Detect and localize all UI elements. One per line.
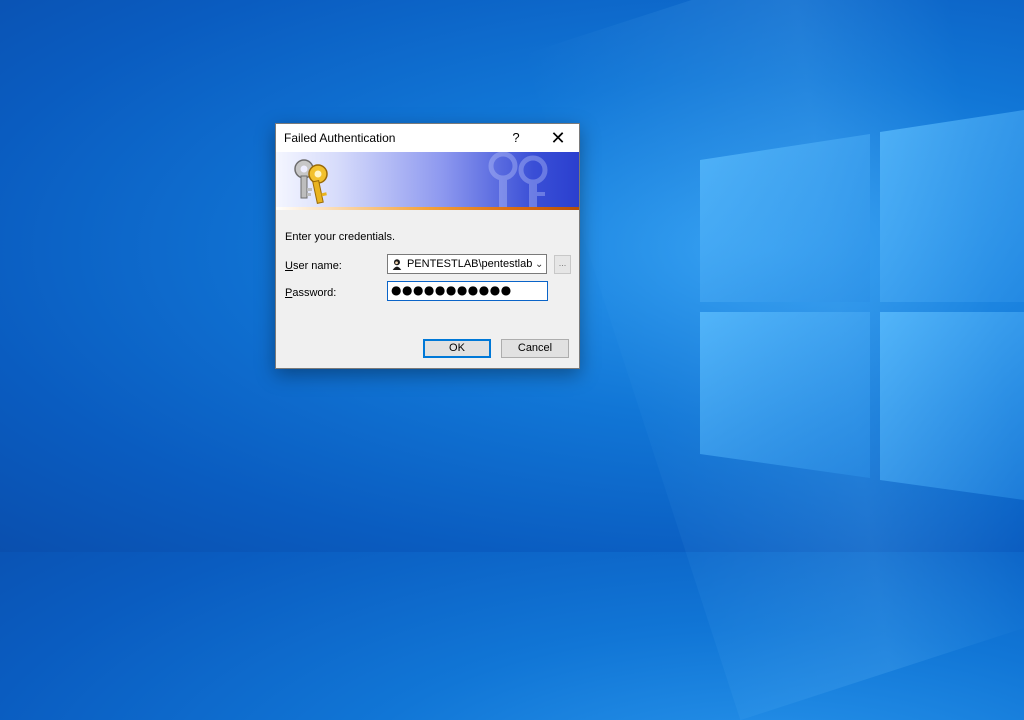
cancel-button[interactable]: Cancel [501, 339, 569, 358]
user-avatar-icon [391, 258, 403, 270]
credentials-prompt: Enter your credentials. [285, 231, 396, 243]
windows-logo-pane [700, 312, 870, 478]
windows-logo-pane [880, 110, 1024, 302]
username-combobox[interactable]: PENTESTLAB\pentestlab ⌄ [387, 254, 547, 274]
username-label-accelerator: U [285, 260, 293, 272]
ok-button[interactable]: OK [423, 339, 491, 358]
dialog-titlebar[interactable]: Failed Authentication ? ✕ [276, 124, 579, 152]
dialog-title: Failed Authentication [284, 131, 396, 145]
dialog-body: Enter your credentials. User name: PENTE… [276, 210, 579, 370]
credentials-banner [276, 152, 579, 210]
password-label-text: assword: [292, 287, 337, 299]
failed-authentication-dialog: Failed Authentication ? ✕ Enter your cre… [275, 123, 580, 369]
username-label-text: ser name: [292, 260, 342, 272]
windows-logo-pane [700, 134, 870, 302]
password-field[interactable]: ●●●●●●●●●●● [387, 281, 548, 301]
close-button[interactable]: ✕ [538, 126, 578, 150]
keys-icon [294, 159, 328, 204]
windows-logo-pane [880, 312, 1024, 500]
chevron-down-icon[interactable]: ⌄ [532, 259, 546, 270]
help-button[interactable]: ? [496, 126, 536, 150]
browse-users-button[interactable]: ... [554, 255, 571, 274]
username-label: User name: [285, 260, 342, 272]
username-value: PENTESTLAB\pentestlab [406, 258, 533, 270]
password-label: Password: [285, 287, 336, 299]
keys-watermark-icon [488, 152, 548, 210]
